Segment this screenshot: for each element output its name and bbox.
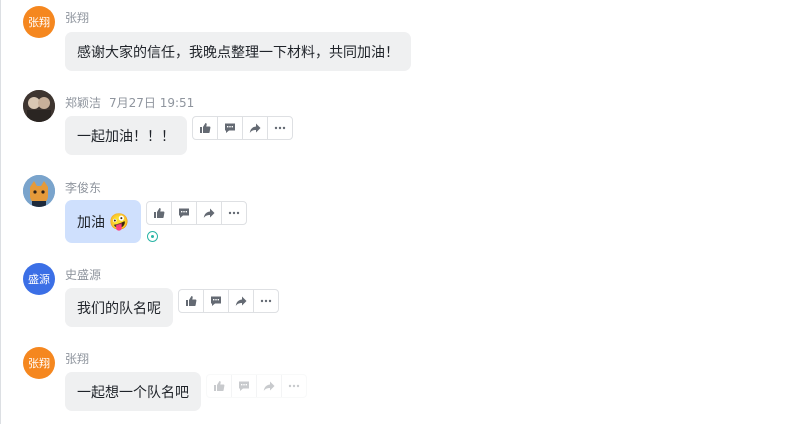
read-status-icon[interactable] bbox=[147, 231, 158, 242]
message-bubble[interactable]: 加油 🤪 bbox=[65, 200, 141, 243]
message-meta: 李俊东 bbox=[65, 179, 101, 196]
message-text: 一起加油！！！ bbox=[77, 128, 175, 145]
forward-icon[interactable] bbox=[243, 117, 268, 139]
thumbs-up-icon[interactable] bbox=[179, 290, 204, 312]
message-meta: 张翔 bbox=[65, 9, 89, 26]
avatar[interactable] bbox=[23, 175, 55, 207]
message-meta: 郑颖洁 7月27日 19:51 bbox=[65, 94, 194, 111]
sender-name[interactable]: 张翔 bbox=[65, 352, 89, 366]
message-bubble[interactable]: 一起想一个队名吧 bbox=[65, 372, 201, 411]
avatar[interactable]: 张翔 bbox=[23, 6, 55, 38]
reply-icon[interactable] bbox=[232, 375, 257, 397]
sender-name[interactable]: 郑颖洁 bbox=[65, 96, 101, 110]
timestamp: 7月27日 19:51 bbox=[109, 96, 195, 110]
forward-icon[interactable] bbox=[257, 375, 282, 397]
message-meta: 张翔 bbox=[65, 350, 89, 367]
message-text: 一起想一个队名吧 bbox=[77, 384, 189, 401]
message-text: 加油 bbox=[77, 214, 105, 231]
sender-name[interactable]: 李俊东 bbox=[65, 181, 101, 195]
message-text: 感谢大家的信任，我晚点整理一下材料，共同加油！ bbox=[77, 44, 399, 61]
more-icon[interactable] bbox=[282, 375, 306, 397]
sender-name[interactable]: 张翔 bbox=[65, 11, 89, 25]
avatar[interactable]: 张翔 bbox=[23, 347, 55, 379]
message-actions-toolbar bbox=[146, 201, 247, 225]
reply-icon[interactable] bbox=[172, 202, 197, 224]
reply-icon[interactable] bbox=[218, 117, 243, 139]
message-actions-toolbar bbox=[206, 374, 307, 398]
more-icon[interactable] bbox=[254, 290, 278, 312]
message-actions-toolbar bbox=[178, 289, 279, 313]
avatar-photo-icon bbox=[23, 90, 55, 122]
message-meta: 史盛源 bbox=[65, 266, 101, 283]
message-bubble[interactable]: 一起加油！！！ bbox=[65, 116, 187, 155]
more-icon[interactable] bbox=[268, 117, 292, 139]
thumbs-up-icon[interactable] bbox=[207, 375, 232, 397]
forward-icon[interactable] bbox=[197, 202, 222, 224]
avatar-cat-icon bbox=[23, 175, 55, 207]
message-bubble[interactable]: 感谢大家的信任，我晚点整理一下材料，共同加油！ bbox=[65, 32, 411, 71]
message-bubble[interactable]: 我们的队名呢 bbox=[65, 288, 173, 327]
reply-icon[interactable] bbox=[204, 290, 229, 312]
sender-name[interactable]: 史盛源 bbox=[65, 268, 101, 282]
thumbs-up-icon[interactable] bbox=[193, 117, 218, 139]
message-text: 我们的队名呢 bbox=[77, 300, 161, 317]
thumbs-up-icon[interactable] bbox=[147, 202, 172, 224]
more-icon[interactable] bbox=[222, 202, 246, 224]
avatar[interactable] bbox=[23, 90, 55, 122]
forward-icon[interactable] bbox=[229, 290, 254, 312]
emoji-sticker: 🤪 bbox=[109, 212, 129, 231]
message-actions-toolbar bbox=[192, 116, 293, 140]
pane-divider bbox=[0, 0, 1, 424]
avatar[interactable]: 盛源 bbox=[23, 263, 55, 295]
